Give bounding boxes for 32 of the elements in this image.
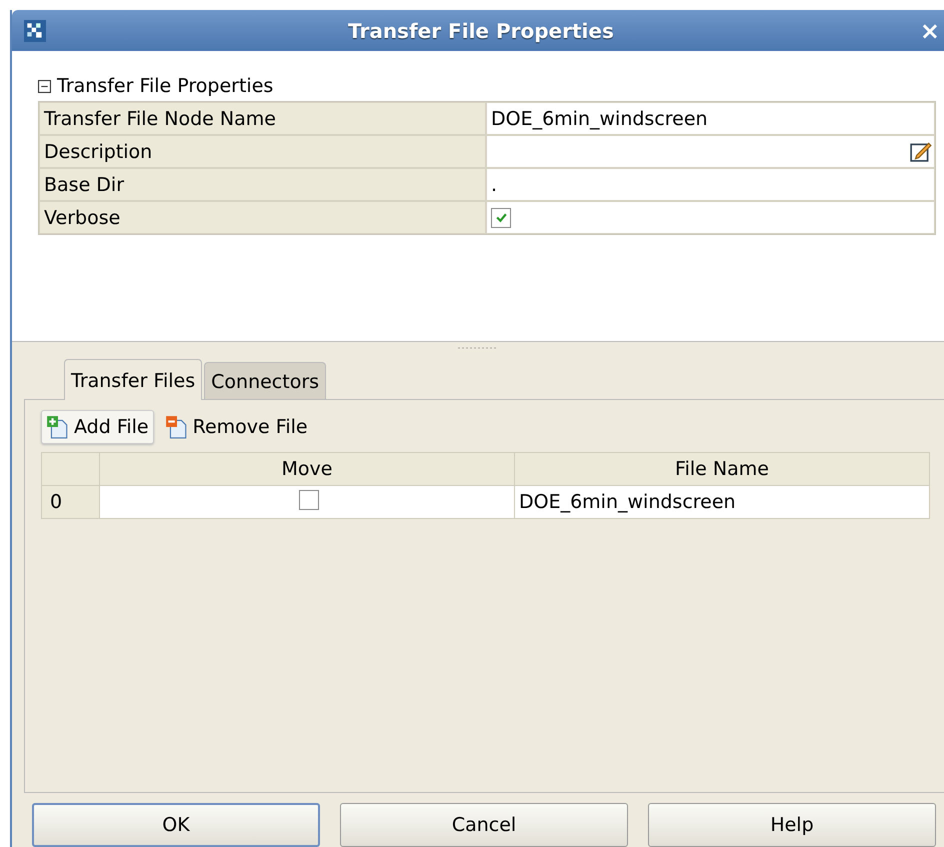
check-icon: [494, 211, 508, 224]
property-name: Transfer File Node Name: [39, 102, 486, 136]
checkbox[interactable]: [491, 208, 511, 228]
row-number: 0: [42, 486, 100, 518]
remove-document-icon: [164, 415, 189, 439]
property-name: Description: [39, 135, 486, 168]
dialog-button[interactable]: Help: [648, 803, 936, 847]
tab[interactable]: Transfer Files: [64, 359, 202, 400]
splitter-handle-icon[interactable]: [458, 346, 498, 350]
grid-icon: [24, 20, 46, 42]
checkbox[interactable]: [298, 490, 318, 510]
property-value-cell[interactable]: DOE_6min_windscreen: [486, 102, 935, 136]
column-header[interactable]: File Name: [514, 452, 930, 486]
column-header[interactable]: Move: [100, 452, 514, 486]
section-title: Transfer File Properties: [57, 75, 274, 98]
header-cell: [42, 452, 100, 486]
window-title: Transfer File Properties: [347, 18, 615, 43]
dialog-button[interactable]: OK: [32, 803, 320, 847]
property-name: Base Dir: [39, 168, 486, 202]
add-document-icon: [46, 415, 70, 439]
close-button[interactable]: ×: [916, 16, 944, 45]
tab[interactable]: Connectors: [204, 362, 326, 399]
dialog-button[interactable]: Cancel: [340, 803, 628, 847]
property-value-cell[interactable]: [486, 201, 935, 234]
remove-file-button[interactable]: Remove File: [160, 410, 313, 444]
property-name: Verbose: [39, 201, 486, 234]
add-file-button[interactable]: Add File: [41, 410, 154, 444]
collapse-icon[interactable]: [38, 80, 51, 93]
property-value-cell[interactable]: .: [486, 168, 935, 202]
table-cell: DOE_6min_windscreen: [514, 486, 930, 518]
pencil-icon[interactable]: [910, 140, 932, 162]
property-value-cell[interactable]: [486, 135, 935, 168]
